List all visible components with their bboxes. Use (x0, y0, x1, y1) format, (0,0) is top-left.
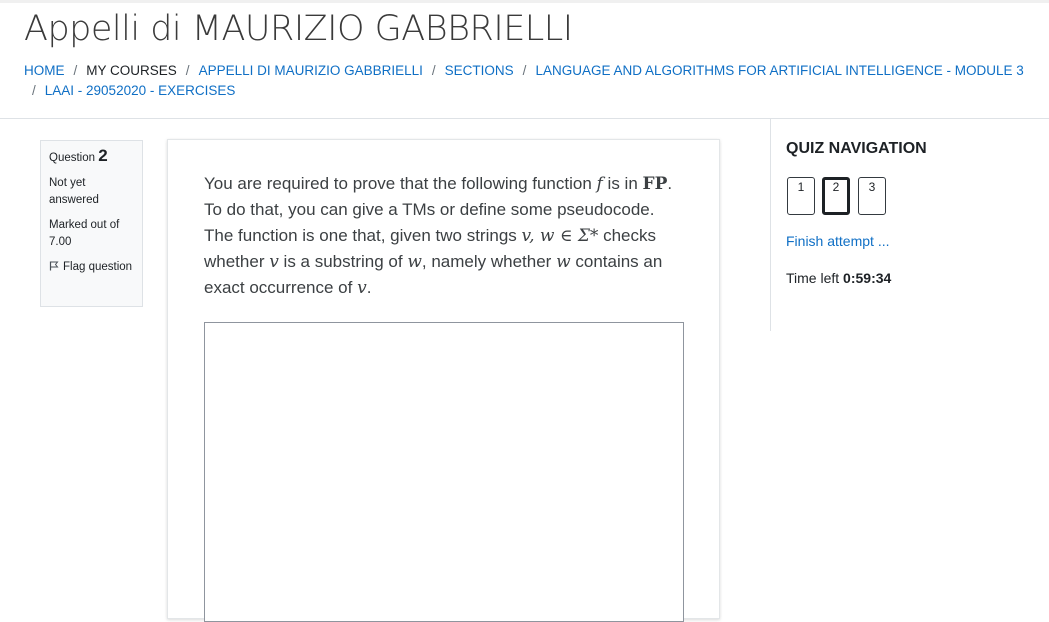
breadcrumb-separator: / (522, 63, 527, 78)
breadcrumb-my-courses[interactable]: MY COURSES (86, 63, 177, 78)
quiz-nav-button-3[interactable]: 3 (858, 177, 886, 215)
question-info-panel: Question 2 Not yet answered Marked out o… (40, 140, 143, 307)
question-number: Question 2 (49, 147, 134, 167)
timer-value: 0:59:34 (843, 270, 892, 286)
breadcrumb: HOME / MY COURSES / APPELLI DI MAURIZIO GABB… (24, 61, 1024, 101)
breadcrumb-separator: / (73, 63, 78, 78)
breadcrumb-course[interactable]: APPELLI DI MAURIZIO GABBRIELLI (199, 63, 423, 78)
question-state: Not yet answered (49, 177, 99, 206)
breadcrumb-separator: / (185, 63, 190, 78)
quiz-nav-button-2[interactable]: 2 (822, 177, 850, 215)
flag-icon (49, 261, 59, 271)
math-w: w (407, 252, 422, 272)
quiz-nav-button-label: 1 (797, 180, 805, 194)
timer: Time left 0:59:34 (786, 270, 891, 286)
finish-attempt-link[interactable]: Finish attempt ... (786, 233, 889, 249)
quiz-nav-button-label: 2 (832, 180, 840, 194)
math-v: v (269, 252, 279, 272)
quiz-navigation-title: QUIZ NAVIGATION (786, 140, 927, 157)
math-fp: FP (642, 174, 668, 194)
breadcrumb-module[interactable]: LANGUAGE AND ALGORITHMS FOR ARTIFICIAL I… (535, 63, 1023, 78)
breadcrumb-separator: / (32, 83, 36, 98)
sidebar-divider (770, 119, 771, 331)
breadcrumb-sections[interactable]: SECTIONS (445, 63, 514, 78)
question-text-segment: is a substring of (278, 252, 408, 271)
question-text-segment: . (366, 278, 372, 297)
question-text-segment: is in (602, 174, 643, 193)
breadcrumb-separator: / (431, 63, 436, 78)
breadcrumb-quiz[interactable]: LAAI - 29052020 - EXERCISES (45, 83, 236, 98)
answer-textarea[interactable] (204, 322, 684, 622)
math-v: v (357, 278, 367, 298)
quiz-nav-button-1[interactable]: 1 (787, 177, 815, 215)
page-title: Appelli di MAURIZIO GABBRIELLI (24, 9, 573, 49)
question-content: You are required to prove that the follo… (167, 139, 720, 622)
math-w: w (556, 252, 571, 272)
question-text-segment: You are required to prove that the follo… (204, 174, 597, 193)
question-number-label: Question (49, 152, 96, 164)
flag-question-link[interactable]: Flag question (49, 259, 134, 276)
header-divider (0, 118, 1049, 119)
breadcrumb-home[interactable]: HOME (24, 63, 65, 78)
question-grade: Marked out of 7.00 (49, 219, 120, 248)
timer-label: Time left (786, 270, 840, 286)
top-border (0, 0, 1049, 3)
question-number-value: 2 (98, 146, 108, 165)
question-text-segment: , namely whether (421, 252, 557, 271)
question-text: You are required to prove that the follo… (204, 171, 684, 301)
math-strings: v, w ∈ Σ* (521, 226, 599, 246)
quiz-nav-button-label: 3 (868, 180, 876, 194)
flag-question-label: Flag question (63, 261, 133, 273)
